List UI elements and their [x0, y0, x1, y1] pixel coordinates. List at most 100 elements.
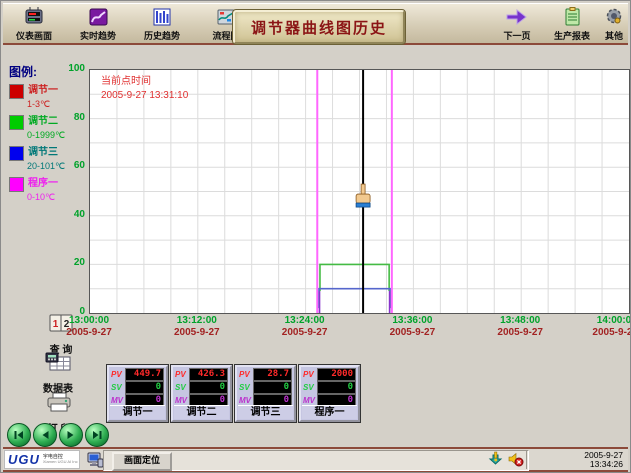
pv-label: PV: [111, 370, 125, 379]
x-axis-time-label: 13:36:00: [392, 315, 432, 326]
svg-text:1: 1: [53, 319, 59, 330]
toolbar-button-label: 仪表画面: [5, 29, 63, 42]
sv-row: SV0: [175, 381, 228, 393]
hmi-window: 仪表画面 实时趋势 历史趋势 流程图 调节器曲线图历史: [0, 0, 631, 473]
sv-value: 0: [253, 381, 292, 394]
legend-item-range: 1-3℃: [27, 99, 89, 110]
hand-cursor-icon[interactable]: [356, 184, 370, 207]
pv-label: PV: [175, 370, 189, 379]
toolbar-button-label: 历史趋势: [133, 29, 191, 42]
panel-name-button[interactable]: 调节二: [174, 405, 229, 419]
chart-plot-area[interactable]: [89, 69, 630, 314]
clock-tray: 2005-9-27 13:34:26: [526, 450, 626, 469]
y-axis-tick-label: 100: [49, 63, 85, 74]
instrument-screen-icon: [5, 7, 63, 28]
status-time: 13:34:26: [584, 460, 623, 469]
chart-legend: 图例: 调节一1-3℃调节二0-1999℃调节三20-101℃程序一0-10℃: [9, 63, 89, 208]
taskbar-strip: 画面定位: [103, 450, 529, 471]
mv-label: MV: [175, 396, 189, 405]
speaker-muted-icon[interactable]: [507, 451, 524, 468]
production-report-button[interactable]: 生产报表: [545, 7, 599, 43]
alarm-download-icon[interactable]: [487, 451, 504, 468]
x-axis-time-label: 14:00:00: [597, 315, 631, 326]
history-trend-button[interactable]: 历史趋势: [133, 7, 191, 43]
x-axis-date-label: 2005-9-27: [390, 327, 436, 338]
status-bar: UGU 宇电自控 Xiamen UGU AI Inc 画面定位 2005-9-2…: [3, 447, 628, 472]
sv-value: 0: [125, 381, 164, 394]
top-toolbar: 仪表画面 实时趋势 历史趋势 流程图 调节器曲线图历史: [3, 3, 628, 45]
y-axis-tick-label: 40: [49, 209, 85, 220]
production-report-icon: [545, 7, 599, 28]
pv-row: PV426.3: [175, 368, 228, 380]
pv-label: PV: [303, 370, 317, 379]
y-axis-tick-label: 80: [49, 112, 85, 123]
page-title: 调节器曲线图历史: [251, 17, 387, 38]
last-page-button[interactable]: [85, 423, 109, 447]
x-axis-date-label: 2005-9-27: [66, 327, 112, 338]
first-page-button[interactable]: [7, 423, 31, 447]
pv-row: PV449.7: [111, 368, 164, 380]
controller-panel-调节三: PV28.7SV0MV0调节三: [235, 365, 296, 422]
legend-item-name: 调节三: [28, 146, 58, 159]
legend-swatch: [9, 177, 24, 192]
next-page-button[interactable]: [59, 423, 83, 447]
logo-text: UGU: [8, 452, 40, 467]
x-axis-date-label: 2005-9-27: [282, 327, 328, 338]
data-table-icon: [44, 351, 72, 373]
page-title-plaque: 调节器曲线图历史: [233, 10, 405, 44]
series-调节三: [319, 289, 390, 308]
instrument-screen-button[interactable]: 仪表画面: [5, 7, 63, 43]
sv-label: SV: [175, 383, 189, 392]
legend-swatch: [9, 115, 24, 130]
chart-canvas[interactable]: [90, 70, 629, 313]
legend-item-name: 调节一: [28, 84, 58, 97]
data-table-tool-button[interactable]: 数据表: [30, 351, 86, 395]
toolbar-button-label: 实时趋势: [69, 29, 127, 42]
controller-panel-程序一: PV2000SV0 MV0 程序一: [299, 365, 360, 422]
legend-item-range: 0-10℃: [27, 192, 89, 203]
mv-label: MV: [303, 396, 317, 405]
toolbar-button-label: 生产报表: [545, 29, 599, 42]
logo-subtitle-en: Xiamen UGU AI Inc: [43, 460, 78, 464]
pv-value: 2000: [317, 368, 356, 381]
controller-panel-调节一: PV449.7SV0MV0调节一: [107, 365, 168, 422]
panel-name-button[interactable]: 程序一: [302, 405, 357, 419]
vendor-logo: UGU 宇电自控 Xiamen UGU AI Inc: [4, 450, 80, 469]
panel-name-button[interactable]: 调节一: [110, 405, 165, 419]
sv-value: 0: [189, 381, 228, 394]
controller-panel-调节二: PV426.3SV0 MV0 调节二: [171, 365, 232, 422]
sv-label: SV: [303, 383, 317, 392]
sv-label: SV: [239, 383, 253, 392]
step-forward-icon: [65, 429, 77, 441]
tray-icons: [487, 451, 524, 468]
realtime-trend-button[interactable]: 实时趋势: [69, 7, 127, 43]
x-axis-time-label: 13:00:00: [69, 315, 109, 326]
next-page-button-toolbar[interactable]: 下一页: [491, 7, 543, 43]
series-调节二: [320, 264, 389, 291]
legend-item-range: 0-1999℃: [27, 130, 89, 141]
sv-row: SV0: [303, 381, 356, 393]
mv-label: MV: [239, 396, 253, 405]
prev-page-button[interactable]: [33, 423, 57, 447]
main-area: 图例: 调节一1-3℃调节二0-1999℃调节三20-101℃程序一0-10℃ …: [3, 45, 628, 445]
cursor-time-annotation: 当前点时间 2005-9-27 13:31:10: [101, 75, 188, 103]
computer-icon[interactable]: [86, 451, 104, 469]
legend-swatch: [9, 146, 24, 161]
x-axis-time-label: 13:12:00: [177, 315, 217, 326]
history-trend-icon: [133, 7, 191, 28]
misc-button[interactable]: 其他: [597, 7, 631, 43]
sv-label: SV: [111, 383, 125, 392]
x-axis-date-label: 2005-9-27: [592, 327, 631, 338]
annotation-label: 当前点时间: [101, 75, 188, 89]
pv-row: PV2000: [303, 368, 356, 380]
sv-value: 0: [317, 381, 356, 394]
step-back-icon: [39, 429, 51, 441]
sv-row: SV0: [239, 381, 292, 393]
panel-name-button[interactable]: 调节三: [238, 405, 293, 419]
toolbar-button-label: 其他: [597, 29, 631, 42]
screen-locate-button[interactable]: 画面定位: [112, 452, 172, 471]
toolbar-button-label: 下一页: [491, 29, 543, 42]
pv-value: 449.7: [125, 368, 164, 381]
mv-label: MV: [111, 396, 125, 405]
legend-item-调节一: 调节一 1-3℃: [9, 84, 89, 110]
